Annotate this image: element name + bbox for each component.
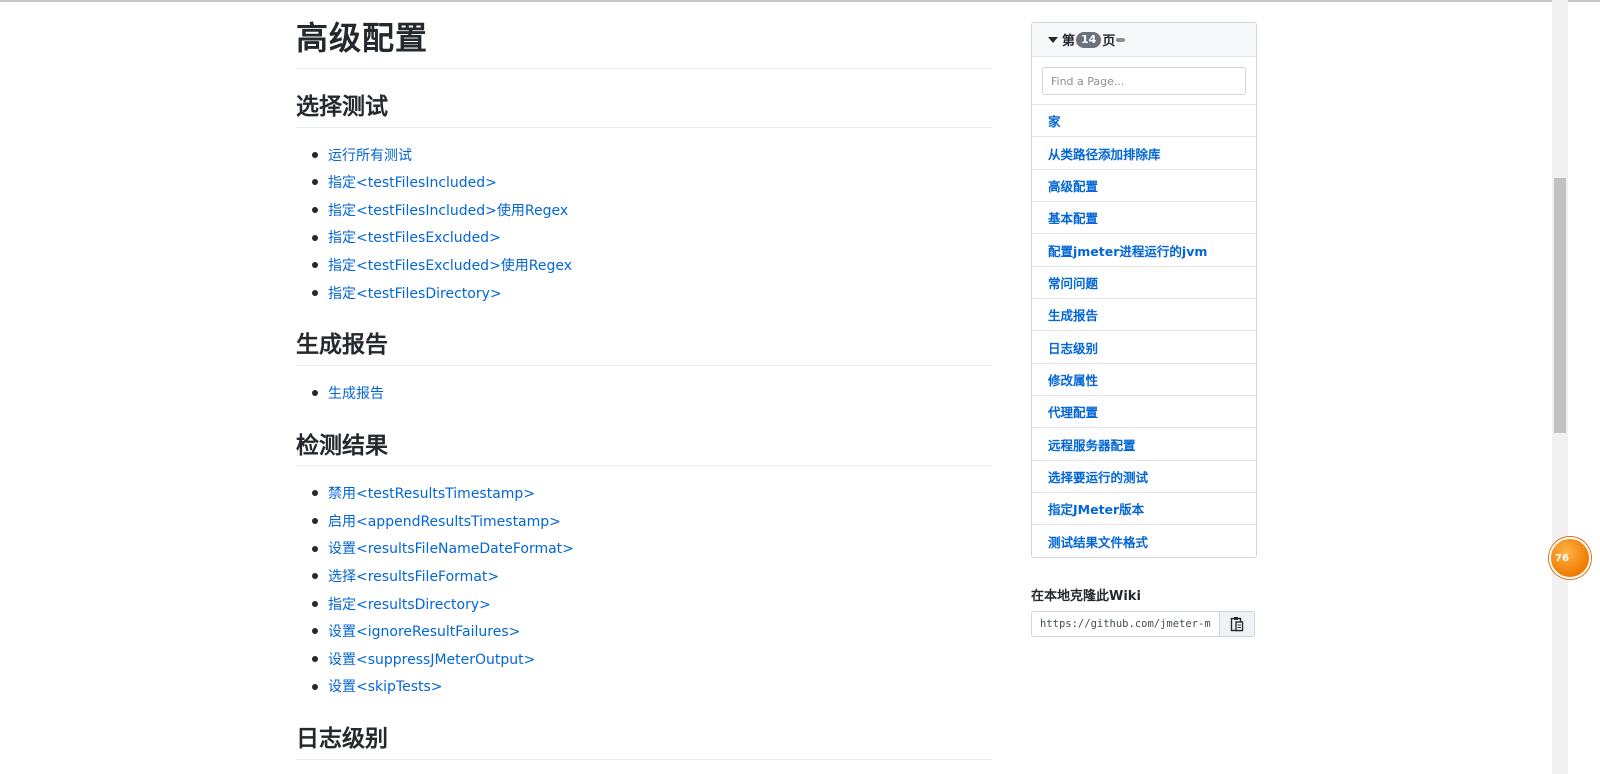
bullet-icon — [312, 628, 318, 635]
copy-to-clipboard-button[interactable] — [1220, 611, 1255, 637]
section-link[interactable]: 设置<suppressJMeterOutput> — [328, 651, 535, 669]
bullet-icon — [312, 573, 318, 580]
floating-badge[interactable]: 76 — [1549, 537, 1591, 579]
list-item: 指定<testFilesIncluded> — [312, 169, 992, 197]
bullet-icon — [312, 655, 318, 662]
sidebar-page-link[interactable]: 选择要运行的测试 — [1032, 461, 1256, 494]
list-item: 启用<appendResultsTimestamp> — [312, 508, 992, 536]
clone-url-group — [1031, 611, 1255, 637]
list-item: 生成报告 — [312, 380, 992, 408]
section-link-list: 生成报告 — [296, 380, 992, 408]
pages-toggle[interactable]: 第 14 页 — [1032, 23, 1256, 57]
section-link[interactable]: 生成报告 — [328, 385, 384, 403]
list-item: 选择<resultsFileFormat> — [312, 563, 992, 591]
clone-url-input[interactable] — [1031, 611, 1221, 637]
sidebar-page-link[interactable]: 基本配置 — [1032, 202, 1256, 235]
list-item: 指定<testFilesDirectory> — [312, 280, 992, 308]
section-link[interactable]: 运行所有测试 — [328, 147, 412, 165]
sidebar-page-link[interactable]: 常问问题 — [1032, 267, 1256, 300]
browser-top-border — [0, 0, 1600, 2]
section-link[interactable]: 启用<appendResultsTimestamp> — [328, 513, 561, 531]
sidebar-page-link[interactable]: 生成报告 — [1032, 299, 1256, 332]
section-link[interactable]: 指定<testFilesExcluded>使用Regex — [328, 257, 572, 275]
section-link[interactable]: 指定<testFilesIncluded>使用Regex — [328, 202, 568, 220]
section-link[interactable]: 选择<resultsFileFormat> — [328, 568, 499, 586]
bullet-icon — [312, 518, 318, 524]
page-title: 高级配置 — [296, 18, 992, 69]
section-heading: 选择测试 — [296, 93, 992, 128]
bullet-icon — [312, 545, 318, 552]
pages-indicator-icon — [1116, 37, 1126, 42]
scrollbar-thumb[interactable] — [1554, 178, 1566, 433]
section-link-list: 禁用<testResultsTimestamp> 启用<appendResults… — [296, 480, 992, 701]
clipboard-icon — [1230, 617, 1244, 632]
sidebar-page-link[interactable]: 测试结果文件格式 — [1032, 525, 1256, 556]
bullet-icon — [312, 289, 318, 296]
bullet-icon — [312, 600, 318, 607]
list-item: 设置<suppressJMeterOutput> — [312, 646, 992, 674]
section-heading: 日志级别 — [296, 725, 992, 760]
list-item: 禁用<testResultsTimestamp> — [312, 480, 992, 508]
sections-container: 选择测试运行所有测试指定<testFilesIncluded> 指定<testFi… — [296, 93, 992, 760]
list-item: 设置<skipTests> — [312, 674, 992, 702]
sidebar-page-link[interactable]: 远程服务器配置 — [1032, 428, 1256, 461]
bullet-icon — [312, 683, 318, 690]
section-link[interactable]: 设置<resultsFileNameDateFormat> — [328, 540, 574, 558]
pages-sidebar: 第 14 页 家从类路径添加排除库高级配置基本配置配置jmeter进程运行的jv… — [1031, 22, 1257, 558]
pages-header-suffix: 页 — [1102, 34, 1116, 49]
section-link[interactable]: 禁用<testResultsTimestamp> — [328, 485, 535, 503]
list-item: 指定<testFilesExcluded>使用Regex — [312, 252, 992, 280]
section-heading: 生成报告 — [296, 331, 992, 367]
section-link[interactable]: 设置<ignoreResultFailures> — [328, 623, 520, 641]
vertical-scrollbar[interactable] — [1552, 0, 1568, 774]
list-item: 设置<resultsFileNameDateFormat> — [312, 536, 992, 564]
bullet-icon — [312, 206, 318, 213]
sidebar-page-link[interactable]: 代理配置 — [1032, 396, 1256, 429]
bullet-icon — [312, 179, 318, 186]
clone-title: 在本地克隆此Wiki — [1031, 589, 1141, 604]
wiki-content: 高级配置 选择测试运行所有测试指定<testFilesIncluded> 指定<t… — [296, 18, 992, 760]
pages-header-prefix: 第 — [1062, 34, 1076, 49]
section-link[interactable]: 指定<testFilesExcluded> — [328, 229, 501, 247]
section-link[interactable]: 设置<skipTests> — [328, 678, 443, 696]
section-link[interactable]: 指定<testFilesDirectory> — [328, 285, 502, 303]
section-link[interactable]: 指定<testFilesIncluded> — [328, 174, 497, 192]
page-count-badge: 14 — [1076, 31, 1102, 48]
page-list: 家从类路径添加排除库 高级配置 基本配置 配置jmeter进程运行的jvm 常问问题 生成… — [1032, 105, 1256, 557]
sidebar-page-link[interactable]: 日志级别 — [1032, 331, 1256, 364]
sidebar-page-link[interactable]: 从类路径添加排除库 — [1032, 137, 1256, 170]
section-heading: 检测结果 — [296, 432, 992, 467]
list-item: 指定<resultsDirectory> — [312, 591, 992, 619]
bullet-icon — [312, 234, 318, 241]
list-item: 设置<ignoreResultFailures> — [312, 618, 992, 646]
sidebar-page-link[interactable]: 修改属性 — [1032, 364, 1256, 397]
sidebar-page-link[interactable]: 配置jmeter进程运行的jvm — [1032, 234, 1256, 267]
caret-down-icon — [1048, 36, 1058, 43]
section-link-list: 运行所有测试指定<testFilesIncluded> 指定<testFilesI… — [296, 142, 992, 308]
sidebar-page-link[interactable]: 高级配置 — [1032, 170, 1256, 203]
page-filter — [1032, 57, 1256, 105]
sidebar-page-link[interactable]: 指定JMeter版本 — [1032, 493, 1256, 526]
bullet-icon — [312, 151, 318, 158]
list-item: 指定<testFilesExcluded> — [312, 225, 992, 253]
bullet-icon — [312, 390, 318, 397]
list-item: 运行所有测试 — [312, 142, 992, 170]
list-item: 指定<testFilesIncluded>使用Regex — [312, 197, 992, 225]
bullet-icon — [312, 490, 318, 497]
section-link[interactable]: 指定<resultsDirectory> — [328, 596, 491, 614]
sidebar-page-link[interactable]: 家 — [1032, 105, 1256, 138]
find-page-input[interactable] — [1042, 67, 1246, 95]
bullet-icon — [312, 262, 318, 269]
